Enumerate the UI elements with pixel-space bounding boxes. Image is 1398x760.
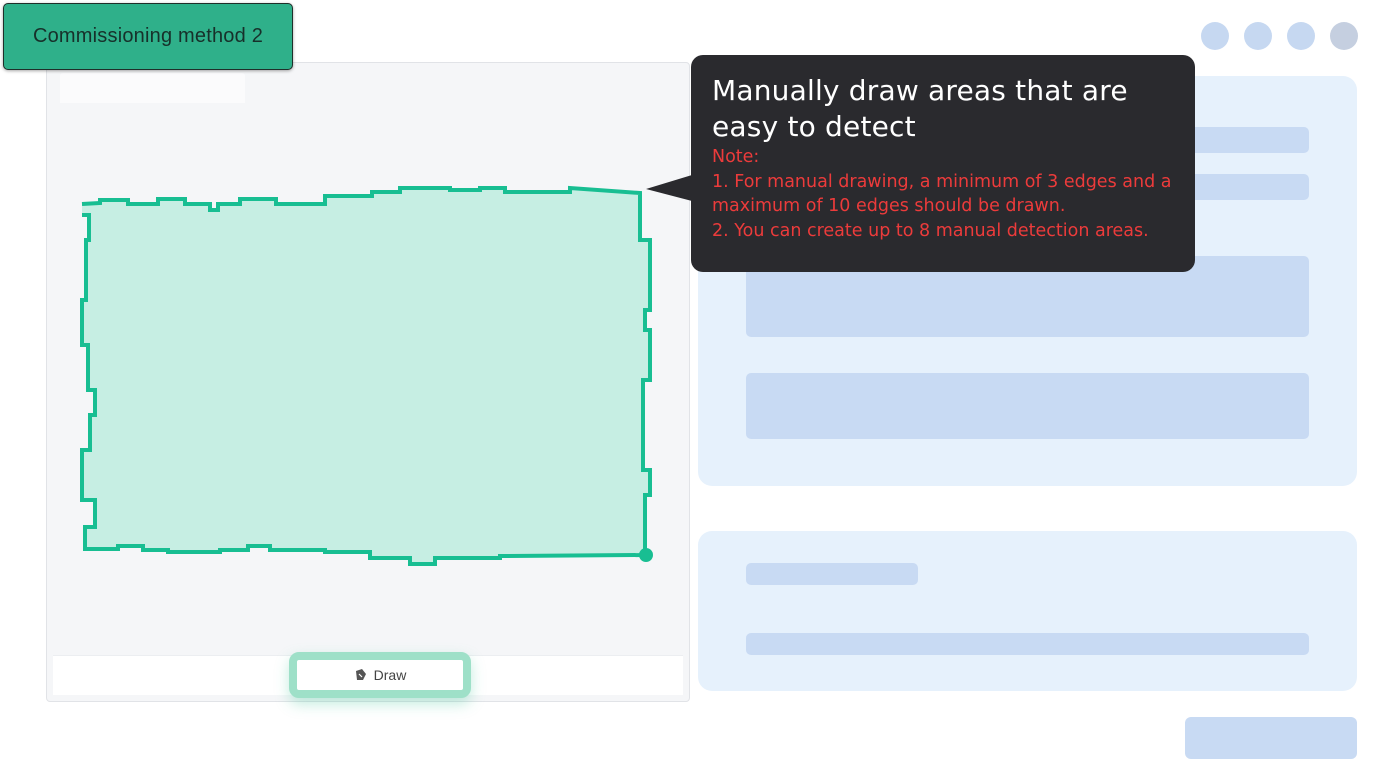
placeholder-field: [746, 373, 1309, 439]
pagination-dot[interactable]: [1244, 22, 1272, 50]
method-badge-label: Commissioning method 2: [32, 25, 264, 47]
tooltip-arrow: [646, 175, 692, 201]
tooltip-note-item: 1. For manual drawing, a minimum of 3 ed…: [712, 171, 1172, 217]
canvas-toolbar: Draw: [53, 652, 683, 698]
pagination-dot[interactable]: [1287, 22, 1315, 50]
drawing-canvas-panel[interactable]: Draw: [46, 62, 690, 702]
confirm-button-placeholder[interactable]: [1185, 717, 1357, 759]
pagination-dot[interactable]: [1201, 22, 1229, 50]
form-card-details: [698, 531, 1357, 691]
tooltip-note-label: Note:: [712, 147, 760, 167]
tooltip-note-item: 2. You can create up to 8 manual detecti…: [712, 220, 1149, 241]
canvas-tab: [60, 73, 245, 103]
pagination-dot[interactable]: [1330, 22, 1358, 50]
placeholder-field: [746, 633, 1309, 655]
draw-button[interactable]: Draw: [289, 652, 471, 698]
draw-button-label: Draw: [373, 667, 407, 683]
tooltip-title: Manually draw areas that are easy to det…: [712, 74, 1128, 143]
instruction-tooltip: Manually draw areas that are easy to det…: [646, 55, 1195, 272]
placeholder-label: [746, 563, 918, 585]
method-badge: Commissioning method 2: [3, 3, 293, 70]
pagination-dots: [1201, 22, 1358, 50]
pen-icon: [355, 669, 366, 680]
